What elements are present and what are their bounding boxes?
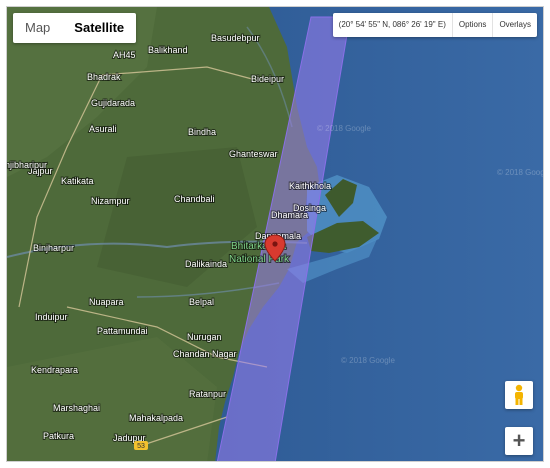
place-label: Bindha [188,127,216,137]
place-label: Chandbali [174,194,215,204]
place-label: Dalikainda [185,259,227,269]
place-label: Marshaghai [53,403,100,413]
place-label: Balikhand [148,45,188,55]
overlays-button[interactable]: Overlays [492,13,537,37]
place-label: Pattamundai [97,326,148,336]
place-label: Mahakalpada [129,413,183,423]
place-label: Kaithkhola [289,181,331,191]
place-label: Nizampur [91,196,130,206]
place-label: Nurugan [187,332,222,342]
place-label: Belpal [189,297,214,307]
place-label: AH45 [113,50,136,60]
map-type-control: Map Satellite [13,13,137,43]
place-label: Bideipur [251,74,284,84]
place-label: Ghanteswar [229,149,278,159]
google-watermark: © 2018 Google [497,168,544,177]
map-toolbar: (20° 54' 55" N, 086° 26' 19" E) Options … [332,13,537,37]
place-label: Katikata [61,176,94,186]
place-label: Asurali [89,124,117,134]
street-view-pegman-button[interactable] [505,381,533,409]
place-label: Chandan Nagar [173,349,237,359]
place-label: Ratanpur [189,389,226,399]
place-label: njibharipur [7,160,47,170]
place-label: Basudebpur [211,33,260,43]
map-type-satellite-button[interactable]: Satellite [62,13,136,43]
place-label: Nuapara [89,297,124,307]
google-watermark: © 2018 Google [341,356,395,365]
satellite-map[interactable]: Basudebpur Balikhand Bhadrak Bideipur Gujida… [7,7,544,462]
map-type-map-button[interactable]: Map [13,13,62,43]
options-button[interactable]: Options [451,13,493,37]
park-label: National Park [229,254,290,265]
road-shield-label: 53 [137,443,145,450]
place-label: Dhamara [271,210,308,220]
zoom-in-button[interactable]: + [505,427,533,455]
map-frame[interactable]: Basudebpur Balikhand Bhadrak Bideipur Gujida… [6,6,544,462]
coordinate-readout: (20° 54' 55" N, 086° 26' 19" E) [338,20,446,29]
place-label: Gujidarada [91,98,135,108]
place-label: Induipur [35,312,68,322]
place-label: Patkura [43,431,74,441]
pegman-icon [515,384,523,405]
place-label: Bhadrak [87,72,121,82]
google-watermark: © 2018 Google [317,124,371,133]
place-label: Binjharpur [33,243,74,253]
place-label: Kendrapara [31,365,78,375]
